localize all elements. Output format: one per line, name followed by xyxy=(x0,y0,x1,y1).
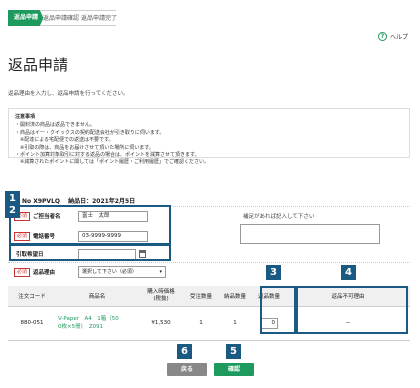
order-info: No X9PVLQ 納品日：2021年2月5日 xyxy=(22,196,135,205)
memo-textarea[interactable] xyxy=(240,224,380,244)
divider xyxy=(8,262,410,263)
cell-product-name[interactable]: V-Paper A4 1箱（50 0枚×5冊） Z091 xyxy=(56,306,138,341)
notes-line: ・開封済の商品は返品できません。 xyxy=(15,122,95,129)
col-order-code: 注文コード xyxy=(8,286,56,307)
page-title: 返品申請 xyxy=(8,56,69,74)
product-link-line1[interactable]: V-Paper A4 1箱（50 xyxy=(58,316,119,322)
confirm-button[interactable]: 確認 xyxy=(214,363,254,376)
memo-hint: 補足があれば記入して下さい xyxy=(243,214,315,220)
step-return-complete: 返品申請完了 xyxy=(78,10,120,26)
chevron-down-icon: ▾ xyxy=(159,269,162,275)
help-link[interactable]: ? ヘルプ xyxy=(377,32,408,41)
page-subtitle: 返品理由を入力し、返品申請を行ってください。 xyxy=(8,91,129,97)
notes-line: ※引取の際は、商品をお届けさせて頂いた場所に伺います。 xyxy=(15,144,154,151)
annotation-box-2 xyxy=(9,244,171,261)
annotation-badge-2: 2 xyxy=(5,203,20,218)
col-price-tax: (税抜) xyxy=(153,295,169,302)
notes-line: ※減算されたポイントに関しては「ポイント履歴・ご利用履歴」でご確認ください。 xyxy=(15,159,209,166)
annotation-badge-4: 4 xyxy=(341,265,356,280)
annotation-box-4 xyxy=(296,286,408,334)
notes-line: ※配達による宅配便での返送は不要です。 xyxy=(15,137,114,144)
delivery-date: 納品日：2021年2月5日 xyxy=(68,198,136,205)
return-reason-select[interactable]: 選択して下さい（必須） ▾ xyxy=(78,266,166,278)
product-link-line2[interactable]: 0枚×5冊） Z091 xyxy=(58,324,103,330)
cell-price: ¥1,530 xyxy=(138,306,184,341)
annotation-badge-5: 5 xyxy=(226,344,241,359)
col-ordered-qty: 受注数量 xyxy=(184,286,218,307)
help-label: ヘルプ xyxy=(389,34,408,41)
annotation-badge-3: 3 xyxy=(266,265,281,280)
annotation-box-3 xyxy=(260,286,296,334)
col-product-name: 商品名 xyxy=(56,286,138,307)
help-icon: ? xyxy=(377,32,387,41)
col-delivered-qty: 納品数量 xyxy=(218,286,252,307)
required-tag: 必須 xyxy=(14,267,31,277)
col-price-label: 購入時価格 xyxy=(147,288,175,295)
cell-ordered-qty: 1 xyxy=(184,306,218,341)
annotation-box-1 xyxy=(9,205,171,245)
notes-heading: 注意事項 xyxy=(15,114,36,120)
reason-row: 必須 返品理由 xyxy=(14,265,55,279)
step-return-confirm: 返品申請確認 xyxy=(40,10,82,26)
order-number: No X9PVLQ xyxy=(22,198,60,205)
reason-label: 返品理由 xyxy=(33,270,56,276)
col-price: 購入時価格 (税抜) xyxy=(138,286,184,307)
cell-order-code: 880-051 xyxy=(8,306,56,341)
back-button[interactable]: 戻る xyxy=(167,363,207,376)
cell-delivered-qty: 1 xyxy=(218,306,252,341)
notes-box: 注意事項 ・開封済の商品は返品できません。 ・商品はイー・クイックスの契約配送会… xyxy=(8,108,410,165)
annotation-badge-6: 6 xyxy=(177,344,192,359)
return-reason-value: 選択して下さい（必須） xyxy=(82,269,137,275)
step-return-request: 返品申請 xyxy=(8,10,44,26)
